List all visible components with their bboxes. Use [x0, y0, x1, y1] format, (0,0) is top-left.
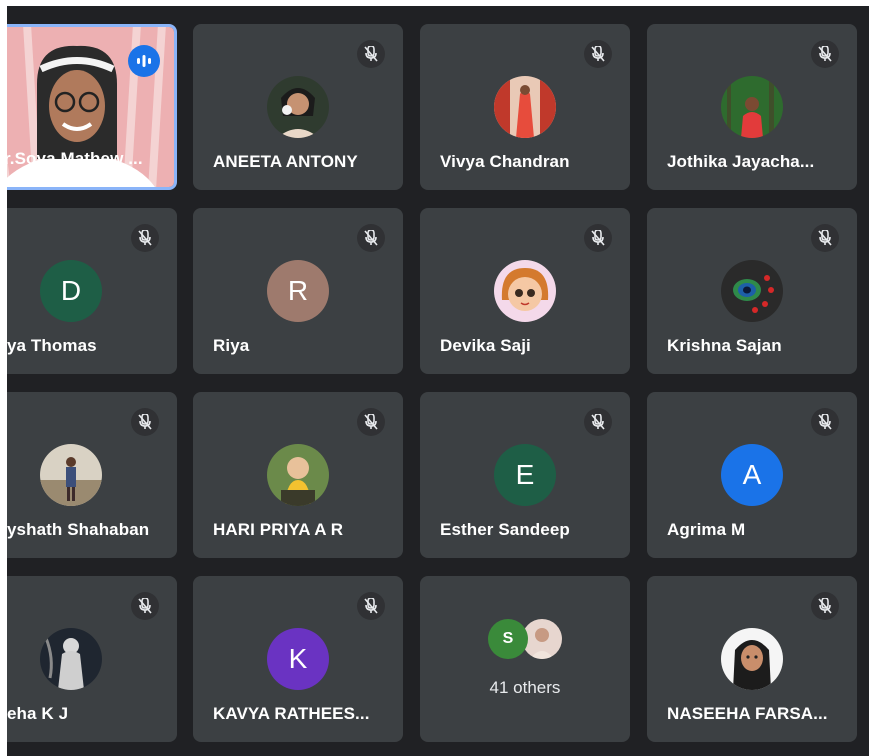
- participant-name: Agrima M: [667, 520, 746, 539]
- person-photo: [267, 76, 329, 138]
- others-tile[interactable]: S 41 others: [420, 576, 630, 742]
- mic-off-icon: [584, 40, 612, 68]
- child-photo: [267, 444, 329, 506]
- participant-tile-hari-priya[interactable]: HARI PRIYA A R: [193, 392, 403, 558]
- mic-off-icon: [131, 408, 159, 436]
- participant-name: ANEETA ANTONY: [213, 152, 358, 171]
- participant-tile-naseeha[interactable]: NASEEHA FARSA...: [647, 576, 857, 742]
- participant-name: Riya: [213, 336, 250, 355]
- participant-name: HARI PRIYA A R: [213, 520, 344, 539]
- mic-off-icon: [811, 592, 839, 620]
- participant-name: r.Soya Mathew ...: [7, 149, 143, 168]
- letter-avatar: E: [494, 444, 556, 506]
- mic-off-icon: [811, 224, 839, 252]
- person-photo: [721, 628, 783, 690]
- participant-tile-agrima-m[interactable]: A Agrima M: [647, 392, 857, 558]
- person-photo: [721, 76, 783, 138]
- participant-name: ya Thomas: [7, 336, 97, 355]
- mic-off-icon: [131, 224, 159, 252]
- mic-off-icon: [357, 40, 385, 68]
- participant-name: NASEEHA FARSA...: [667, 704, 828, 723]
- others-count: 41 others: [489, 678, 561, 697]
- meeting-grid: r.Soya Mathew ... ANEETA ANTONY Vivya Ch…: [7, 6, 869, 756]
- letter-avatar: R: [267, 260, 329, 322]
- participant-tile-kj[interactable]: eha K J: [7, 576, 177, 742]
- letter-avatar: A: [721, 444, 783, 506]
- mic-off-icon: [811, 408, 839, 436]
- participant-name: eha K J: [7, 704, 69, 723]
- participant-name: KAVYA RATHEES...: [213, 704, 370, 723]
- participant-tile-jothika[interactable]: Jothika Jayacha...: [647, 24, 857, 190]
- letter-avatar: S: [488, 619, 528, 659]
- participant-tile-thomas[interactable]: D ya Thomas: [7, 208, 177, 374]
- participant-name: Vivya Chandran: [440, 152, 570, 171]
- participant-name: Devika Saji: [440, 336, 531, 355]
- participant-tile-shahaban[interactable]: yshath Shahaban: [7, 392, 177, 558]
- mic-off-icon: [357, 592, 385, 620]
- participant-tile-esther-sandeep[interactable]: E Esther Sandeep: [420, 392, 630, 558]
- mic-off-icon: [584, 408, 612, 436]
- audio-level-icon: [128, 45, 160, 77]
- person-photo: [494, 76, 556, 138]
- statue-photo: [40, 628, 102, 690]
- person-photo: [40, 444, 102, 506]
- mic-off-icon: [357, 408, 385, 436]
- participant-tile-riya[interactable]: R Riya: [193, 208, 403, 374]
- participant-name: yshath Shahaban: [7, 520, 150, 539]
- participant-name: Krishna Sajan: [667, 336, 782, 355]
- participant-tile-vivya-chandran[interactable]: Vivya Chandran: [420, 24, 630, 190]
- participant-tile-aneeta-antony[interactable]: ANEETA ANTONY: [193, 24, 403, 190]
- mic-off-icon: [131, 592, 159, 620]
- peacock-feather-image: [721, 260, 783, 322]
- mic-off-icon: [584, 224, 612, 252]
- mic-off-icon: [357, 224, 385, 252]
- participant-tile-devika-saji[interactable]: Devika Saji: [420, 208, 630, 374]
- cartoon-avatar: [494, 260, 556, 322]
- letter-avatar: K: [267, 628, 329, 690]
- participant-name: Esther Sandeep: [440, 520, 570, 539]
- participant-tile-krishna-sajan[interactable]: Krishna Sajan: [647, 208, 857, 374]
- person-photo: [522, 619, 562, 659]
- letter-avatar: D: [40, 260, 102, 322]
- participant-tile-kavya[interactable]: K KAVYA RATHEES...: [193, 576, 403, 742]
- mic-off-icon: [811, 40, 839, 68]
- participant-name: Jothika Jayacha...: [667, 152, 815, 171]
- participant-tile-soya-mathew[interactable]: r.Soya Mathew ...: [7, 24, 177, 190]
